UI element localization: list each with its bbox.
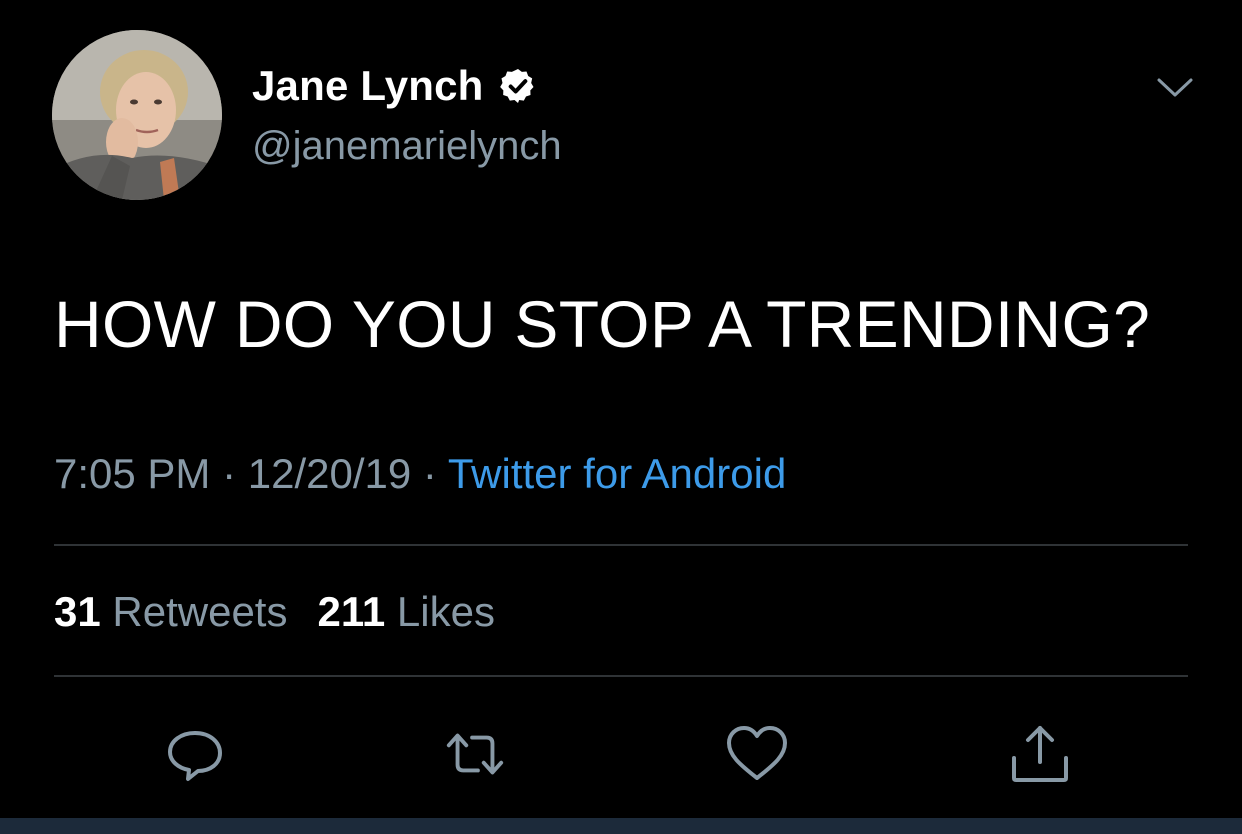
tweet-stats: 31 Retweets 211 Likes [54,588,495,636]
avatar[interactable] [52,30,222,200]
divider [54,544,1188,546]
retweet-button[interactable] [443,722,507,786]
verified-badge-icon [498,66,538,106]
likes-stat[interactable]: 211 Likes [317,588,495,635]
tweet-text: HOW DO YOU STOP A TRENDING? [54,287,1151,361]
meta-separator: · [411,450,448,497]
divider [54,675,1188,677]
display-name[interactable]: Jane Lynch [252,62,484,110]
retweets-count: 31 [54,588,101,635]
retweets-stat[interactable]: 31 Retweets [54,588,287,635]
share-button[interactable] [1008,722,1072,786]
share-icon [1012,726,1068,782]
reply-icon [168,731,222,781]
tweet-meta: 7:05 PM · 12/20/19 · Twitter for Android [54,450,786,498]
chevron-down-icon[interactable] [1156,76,1194,100]
tweet-date: 12/20/19 [247,450,412,497]
retweet-icon [446,733,504,775]
tweet-card: Jane Lynch @janemarielynch HOW DO YOU ST… [0,0,1242,834]
heart-icon [727,726,787,780]
reply-button[interactable] [163,722,227,786]
author-name-row[interactable]: Jane Lynch [252,62,538,110]
likes-label: Likes [396,588,495,635]
retweets-label: Retweets [112,588,288,635]
bottom-bar [0,818,1242,834]
likes-count: 211 [317,588,386,635]
tweet-source-link[interactable]: Twitter for Android [448,450,786,497]
meta-separator: · [210,450,248,497]
avatar-image [52,30,222,200]
like-button[interactable] [725,722,789,786]
tweet-time: 7:05 PM [54,450,211,497]
author-handle[interactable]: @janemarielynch [252,124,562,169]
